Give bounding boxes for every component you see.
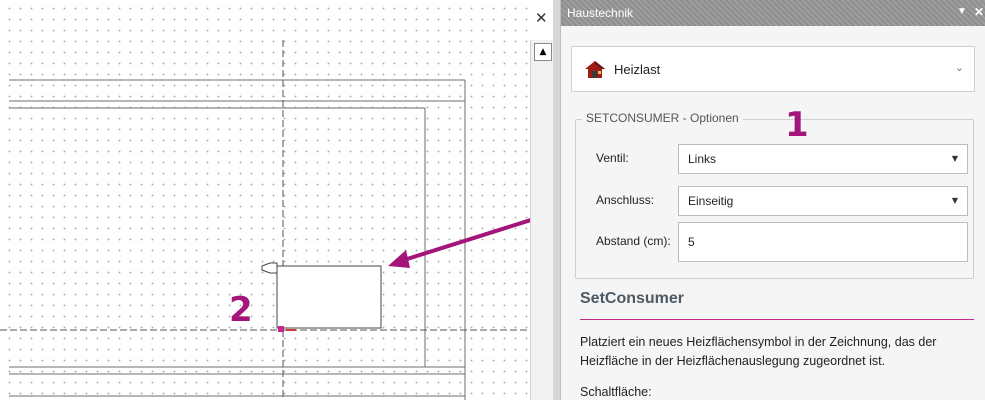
heating-surface-symbol[interactable] [276,265,382,329]
heizlast-house-icon [585,61,605,78]
scroll-up-button[interactable]: ▲ [534,43,552,61]
annotation-number-2: 2 [229,290,253,330]
valve-symbol [261,262,278,274]
vertical-scrollbar[interactable]: ▲ [530,40,554,400]
help-title: SetConsumer [580,290,685,307]
help-text: Platziert ein neues Heizflächensymbol in… [580,335,937,368]
heizlast-dropdown[interactable]: Heizlast ⌄ [571,46,975,92]
ventil-select[interactable]: Links ▼ [678,144,968,174]
annotation-number-1: 1 [785,105,809,145]
help-subheading: Schaltfläche: [580,385,652,399]
drawing-canvas[interactable]: 2 [0,0,530,400]
abstand-label: Abstand (cm): [596,234,671,248]
anschluss-select[interactable]: Einseitig ▼ [678,186,968,216]
drawing-geometry [0,40,530,400]
panel-menu-icon[interactable]: ▼ [957,6,967,17]
anschluss-label: Anschluss: [596,193,655,207]
scroll-up-icon: ▲ [539,47,547,57]
options-group-legend: SETCONSUMER - Optionen [582,111,743,125]
annotation-arrow-shaft [403,218,530,262]
dropdown-arrow-icon: ▼ [951,196,958,205]
panel-splitter[interactable] [553,0,560,400]
panel-titlebar[interactable]: Haustechnik ▼ ✕ [561,0,985,26]
dropdown-arrow-icon: ▼ [951,154,958,163]
panel-title: Haustechnik [567,6,634,20]
ventil-label: Ventil: [596,151,629,165]
haustechnik-panel: Haustechnik ▼ ✕ Heizlast ⌄ SETCONSUMER -… [560,0,985,400]
insertion-point-marker [278,326,284,332]
chevron-down-icon: ⌄ [954,61,964,74]
close-drawing-icon[interactable]: ✕ [535,11,548,26]
abstand-value: 5 [688,235,695,249]
anschluss-value: Einseitig [688,194,734,208]
ventil-value: Links [688,152,717,166]
heizlast-label: Heizlast [614,62,661,77]
panel-close-icon[interactable]: ✕ [974,5,984,19]
abstand-input[interactable]: 5 [678,222,968,262]
annotation-arrowhead [388,250,410,268]
help-divider [580,319,974,320]
